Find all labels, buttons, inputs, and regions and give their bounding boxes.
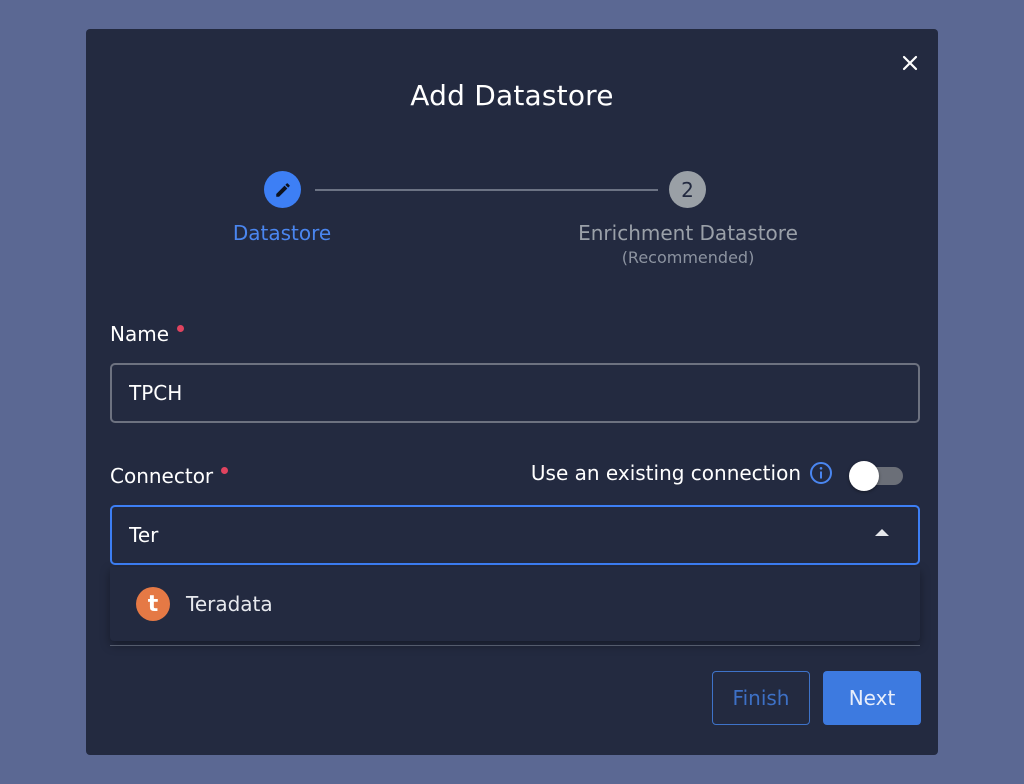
close-button[interactable] bbox=[896, 49, 924, 77]
stepper: Datastore 2 Enrichment Datastore (Recomm… bbox=[86, 171, 938, 281]
step-1-indicator bbox=[264, 171, 301, 208]
dialog-title: Add Datastore bbox=[410, 79, 614, 112]
add-datastore-dialog: Add Datastore Datastore 2 Enrichment Dat… bbox=[86, 29, 938, 755]
step-2-number: 2 bbox=[681, 177, 694, 202]
toggle-thumb bbox=[849, 461, 879, 491]
info-icon[interactable] bbox=[809, 461, 833, 485]
option-label: Teradata bbox=[186, 592, 273, 616]
close-icon bbox=[902, 55, 918, 71]
step-2-label: Enrichment Datastore bbox=[578, 221, 798, 245]
existing-connection-toggle[interactable] bbox=[849, 460, 905, 491]
step-1-label: Datastore bbox=[232, 221, 332, 245]
name-input[interactable] bbox=[110, 363, 920, 423]
pencil-icon bbox=[275, 182, 290, 197]
next-button[interactable]: Next bbox=[823, 671, 921, 725]
connector-dropdown-menu: t Teradata bbox=[110, 567, 920, 641]
divider bbox=[110, 645, 920, 646]
step-connector-line bbox=[315, 189, 658, 191]
step-2-indicator: 2 bbox=[669, 171, 706, 208]
dropdown-arrow-icon[interactable] bbox=[875, 529, 889, 536]
name-label: Name bbox=[110, 322, 185, 346]
connector-label-text: Connector bbox=[110, 464, 214, 488]
connector-option-teradata[interactable]: t Teradata bbox=[110, 567, 920, 641]
connector-input[interactable] bbox=[110, 505, 920, 565]
name-label-text: Name bbox=[110, 322, 170, 346]
required-indicator bbox=[221, 467, 229, 474]
step-2-sublabel: (Recommended) bbox=[621, 248, 755, 267]
teradata-logo-icon: t bbox=[136, 587, 170, 621]
connector-label: Connector bbox=[110, 464, 229, 488]
teradata-logo-letter: t bbox=[147, 591, 159, 617]
existing-connection-label: Use an existing connection bbox=[530, 461, 801, 485]
finish-button[interactable]: Finish bbox=[712, 671, 810, 725]
required-indicator bbox=[177, 325, 185, 332]
